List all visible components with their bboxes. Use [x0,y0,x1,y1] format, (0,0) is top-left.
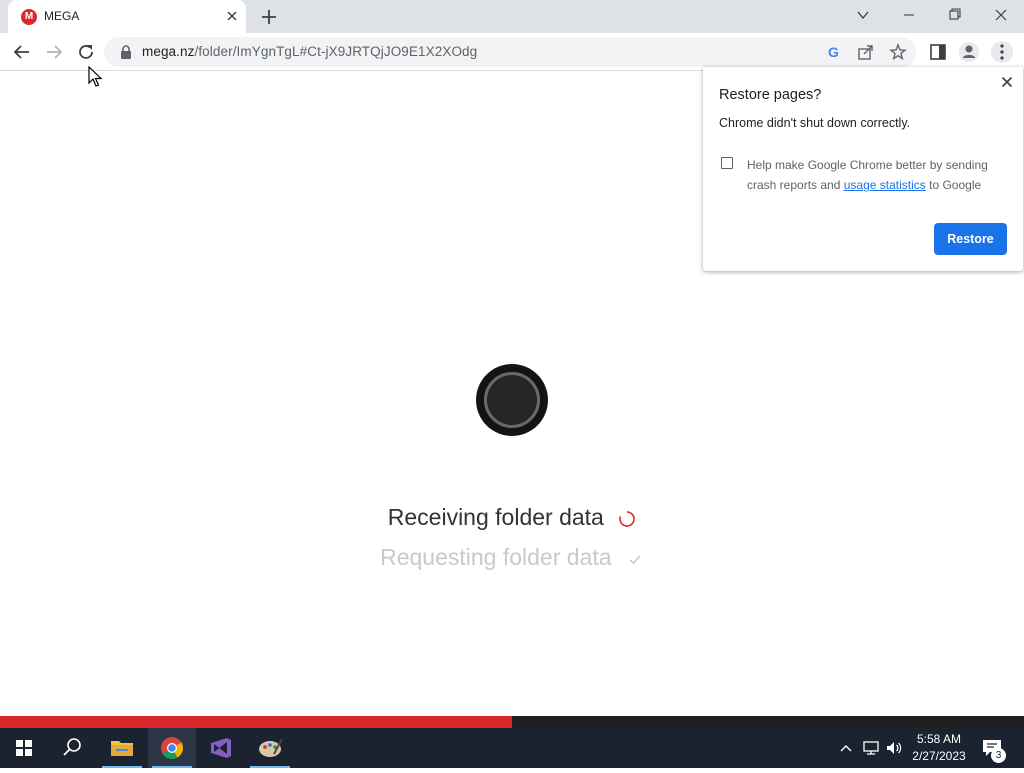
chrome-icon [161,737,183,759]
loading-ring [484,372,540,428]
new-tab-icon[interactable] [260,8,278,26]
show-hidden-icons-chevron-icon[interactable] [836,738,856,758]
loading-progress-fill [0,716,512,728]
clock-date: 2/27/2023 [912,749,966,763]
status-current: Receiving folder data [0,504,1024,531]
crash-report-checkbox[interactable] [721,157,733,169]
status-done: Requesting folder data [0,544,1024,571]
close-window-icon[interactable] [978,0,1024,33]
minimize-icon[interactable] [886,0,932,33]
tab-close-icon[interactable] [224,8,240,24]
share-icon[interactable] [857,43,875,61]
search-icon[interactable] [48,728,96,768]
browser-toolbar: mega.nz/folder/ImYgnTgL#Ct-jX9JRTQjJO9E1… [0,33,1024,71]
tab-strip: M MEGA [0,0,1024,33]
mega-loading-spinner [476,364,548,436]
paint-taskbar-item[interactable] [246,728,294,768]
url-text[interactable]: mega.nz/folder/ImYgnTgL#Ct-jX9JRTQjJO9E1… [142,44,477,59]
volume-icon[interactable] [884,738,904,758]
dialog-title: Restore pages? [719,87,822,103]
visual-studio-icon[interactable] [197,728,245,768]
profile-avatar-icon[interactable] [958,41,980,63]
reload-icon[interactable] [75,41,97,63]
side-panel-icon[interactable] [927,41,949,63]
checkbox-text-after: to Google [929,178,982,192]
back-arrow-icon[interactable] [11,41,33,63]
tab-search-chevron-icon[interactable] [840,0,886,33]
windows-taskbar: 5:58 AM 2/27/2023 3 [0,728,1024,768]
restore-pages-dialog: Restore pages? Chrome didn't shut down c… [703,67,1023,271]
crash-report-label: Help make Google Chrome better by sendin… [747,155,1009,195]
address-bar[interactable]: mega.nz/folder/ImYgnTgL#Ct-jX9JRTQjJO9E1… [104,37,916,67]
close-icon[interactable] [999,74,1015,90]
network-icon[interactable] [861,738,881,758]
dialog-message: Chrome didn't shut down correctly. [719,116,911,130]
loading-progress-bar [0,716,1024,728]
system-clock[interactable]: 5:58 AM 2/27/2023 [906,731,972,765]
svg-text:G: G [828,44,839,60]
notification-count-badge: 3 [991,748,1006,763]
status-current-text: Receiving folder data [387,504,604,530]
google-lens-icon[interactable]: G [825,43,843,61]
clock-time: 5:58 AM [916,732,962,746]
forward-arrow-icon[interactable] [43,41,65,63]
loading-spinner-icon [619,511,636,527]
tab-title: MEGA [44,9,80,23]
file-explorer-icon [111,741,133,756]
chrome-taskbar-item[interactable] [148,728,196,768]
restore-window-icon[interactable] [932,0,978,33]
usage-statistics-link[interactable]: usage statistics [844,178,926,192]
url-path: /folder/ImYgnTgL#Ct-jX9JRTQjJO9E1X2XOdg [194,44,478,59]
file-explorer-taskbar-item[interactable] [98,728,146,768]
tab-mega[interactable]: M MEGA [8,0,246,33]
lock-icon[interactable] [120,45,132,59]
paint-palette-icon [259,738,283,757]
checkmark-icon [629,555,641,565]
mega-favicon-icon: M [21,9,37,25]
bookmark-star-icon[interactable] [889,43,907,61]
chrome-menu-icon[interactable] [991,41,1013,63]
restore-button[interactable]: Restore [934,223,1007,255]
url-host: mega.nz [142,44,195,59]
windows-start-icon[interactable] [0,728,48,768]
mouse-cursor-icon [88,66,103,87]
status-done-text: Requesting folder data [380,544,612,570]
